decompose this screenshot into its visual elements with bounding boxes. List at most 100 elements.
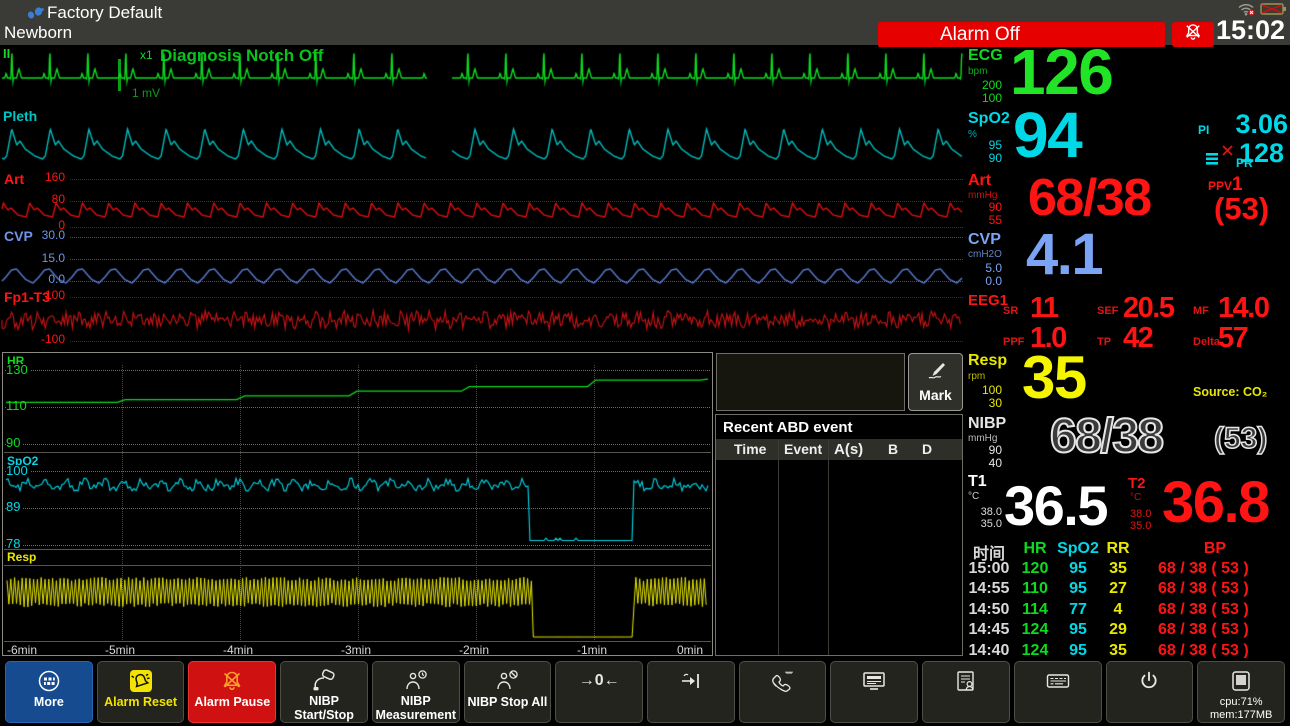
delta-label: Delta bbox=[1193, 336, 1220, 348]
standby-button[interactable] bbox=[647, 661, 735, 723]
trend-tick: 0min bbox=[677, 643, 703, 657]
minitrend-panel[interactable]: HR 130 110 90 SpO2 100 89 78 Resp -6min … bbox=[2, 352, 713, 656]
cvp-gridline bbox=[70, 237, 963, 238]
perfusion-bars-icon bbox=[1206, 153, 1219, 171]
trend-table-cell: 120 bbox=[1018, 560, 1052, 578]
ecg-alarm-limits: 200100 bbox=[966, 79, 1002, 105]
eeg-gridline bbox=[70, 297, 963, 298]
spo2-param-label: SpO2 bbox=[968, 110, 1010, 128]
ecg-unit: bpm bbox=[968, 66, 987, 77]
trend-table-cell: 29 bbox=[1102, 621, 1134, 639]
pi-label: PI bbox=[1198, 123, 1209, 137]
trend-tick: -4min bbox=[223, 643, 253, 657]
trend-table-cell: 95 bbox=[1056, 642, 1100, 660]
t2-alarm-limits: 38.035.0 bbox=[1130, 508, 1151, 532]
trend-table-cell: 14:40 bbox=[966, 642, 1012, 660]
nibp-stop-all-label: NIBP Stop All bbox=[468, 696, 548, 710]
zero-ibp-button[interactable]: →0← bbox=[555, 661, 643, 723]
trend-table-cell: 68 / 38 ( 53 ) bbox=[1158, 642, 1288, 660]
trend-divider bbox=[4, 641, 711, 642]
trend-table-cell: 27 bbox=[1102, 580, 1134, 598]
trend-table-cell: 68 / 38 ( 53 ) bbox=[1158, 621, 1288, 639]
eeg-waveform bbox=[0, 302, 964, 344]
t2-param-label: T2 bbox=[1128, 475, 1146, 492]
trend-table-cell: 95 bbox=[1056, 580, 1100, 598]
input-panel-button[interactable] bbox=[1014, 661, 1102, 723]
tp-value: 42 bbox=[1123, 324, 1152, 353]
col-rr: RR bbox=[1102, 540, 1134, 558]
mark-button-label: Mark bbox=[919, 387, 952, 403]
art-mean-value: (53) bbox=[1214, 193, 1269, 224]
tp-label: TP bbox=[1097, 336, 1111, 348]
alarm-banner-text: Alarm Off bbox=[940, 24, 1020, 46]
trend-table-cell: 4 bbox=[1102, 601, 1134, 619]
art-waveform bbox=[0, 194, 964, 230]
spo2-value: 94 bbox=[1013, 103, 1081, 167]
person-clock-icon bbox=[403, 667, 429, 694]
trend-table-cell: 15:00 bbox=[966, 560, 1012, 578]
nibp-param-label: NIBP bbox=[968, 415, 1006, 433]
alarm-pause-button[interactable]: Alarm Pause bbox=[188, 661, 276, 723]
sr-value: 11 bbox=[1030, 294, 1058, 323]
trend-table-cell: 68 / 38 ( 53 ) bbox=[1158, 560, 1288, 578]
art-wave-label[interactable]: Art bbox=[4, 171, 24, 187]
trend-curves bbox=[4, 353, 711, 641]
patient-type-label[interactable]: Newborn bbox=[4, 23, 72, 43]
records-person-icon bbox=[954, 667, 978, 695]
event-note-box[interactable] bbox=[716, 353, 905, 411]
keyboard-icon bbox=[1045, 667, 1071, 695]
pleth-waveform bbox=[0, 118, 964, 166]
trend-tick: -6min bbox=[7, 643, 37, 657]
more-button[interactable]: More bbox=[5, 661, 93, 723]
mf-label: MF bbox=[1193, 305, 1209, 317]
art-gridline bbox=[70, 179, 963, 180]
brush-icon bbox=[925, 361, 947, 386]
nibp-start-stop-button[interactable]: NIBP Start/Stop bbox=[280, 661, 368, 723]
pi-value: 3.06 bbox=[1228, 111, 1288, 138]
event-col-as: A(s) bbox=[834, 441, 863, 458]
event-col-divider bbox=[828, 439, 829, 655]
cvp-alarm-limits: 5.00.0 bbox=[966, 262, 1002, 288]
mem-usage: mem:177MB bbox=[1210, 709, 1272, 721]
alarm-reset-button[interactable]: Alarm Reset bbox=[97, 661, 185, 723]
alarm-reset-icon bbox=[129, 667, 153, 695]
alarm-pause-icon bbox=[220, 667, 244, 695]
clock: 15:02 bbox=[1216, 15, 1285, 46]
col-spo2: SpO2 bbox=[1056, 540, 1100, 558]
patient-monitor-screen: Factory Default Newborn Alarm Off bbox=[0, 0, 1290, 726]
cvp-wave-label[interactable]: CVP bbox=[4, 228, 33, 244]
monitor-icon bbox=[861, 667, 887, 695]
recent-event-title: Recent ABD event bbox=[723, 419, 852, 436]
event-col-divider bbox=[778, 439, 779, 655]
nibp-measurement-button[interactable]: NIBP Measurement bbox=[372, 661, 460, 723]
event-col-event: Event bbox=[784, 441, 822, 457]
event-col-d: D bbox=[922, 441, 932, 457]
call-button[interactable] bbox=[739, 661, 827, 723]
system-status-button[interactable]: cpu:71% mem:177MB bbox=[1197, 661, 1285, 723]
nibp-stop-all-button[interactable]: NIBP Stop All bbox=[464, 661, 552, 723]
spo2-alarm-limits: 9590 bbox=[966, 139, 1002, 165]
power-button[interactable] bbox=[1106, 661, 1194, 723]
system-status-icon bbox=[1230, 667, 1252, 695]
ecg-param-label: ECG bbox=[968, 47, 1003, 65]
col-hr: HR bbox=[1018, 540, 1052, 558]
alarm-off-button[interactable] bbox=[1172, 22, 1214, 47]
nibp-value: 68/38 bbox=[1050, 413, 1163, 461]
t1-alarm-limits: 38.035.0 bbox=[966, 506, 1002, 530]
t1-param-label: T1 bbox=[968, 473, 987, 491]
patient-records-button[interactable] bbox=[922, 661, 1010, 723]
more-icon bbox=[36, 667, 62, 695]
event-col-b: B bbox=[888, 441, 898, 457]
cvp-waveform bbox=[0, 248, 964, 288]
more-label: More bbox=[34, 696, 64, 710]
trend-table-cell: 77 bbox=[1056, 601, 1100, 619]
config-profile-label[interactable]: Factory Default bbox=[47, 3, 162, 23]
trend-table-cell: 68 / 38 ( 53 ) bbox=[1158, 601, 1288, 619]
mf-value: 14.0 bbox=[1218, 294, 1268, 323]
display-button[interactable] bbox=[830, 661, 918, 723]
nibp-alarm-limits: 9040 bbox=[966, 444, 1002, 470]
trend-table-cell: 35 bbox=[1102, 560, 1134, 578]
power-icon bbox=[1137, 667, 1161, 695]
mark-button[interactable]: Mark bbox=[908, 353, 963, 411]
resp-alarm-limits: 10030 bbox=[966, 384, 1002, 410]
